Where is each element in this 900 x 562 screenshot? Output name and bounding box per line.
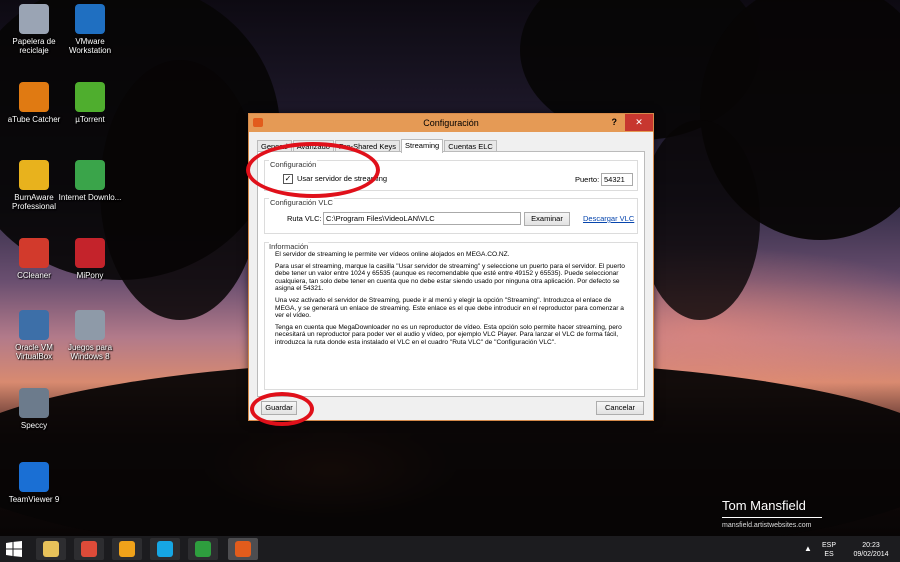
desktop-icon-label: MiPony [76,271,104,280]
lang-top: ESP [822,542,837,549]
vlc-group-label: Configuración VLC [269,198,334,207]
desktop-icon[interactable]: Juegos para Windows 8 [58,310,122,361]
info-paragraph: Para usar el streaming, marque la casill… [275,262,625,293]
vlc-path-input[interactable]: C:\Program Files\VideoLAN\VLC [323,212,521,225]
app-icon [75,4,105,34]
taskbar-megadownloader[interactable] [228,538,258,560]
annotation-circle-save [250,392,314,426]
taskbar-chrome[interactable] [74,538,104,560]
taskbar-skype[interactable] [150,538,180,560]
skype-icon [157,541,173,557]
help-button[interactable]: ? [612,117,618,127]
desktop-icon-label: aTube Catcher [7,115,61,124]
desktop-icon[interactable]: TeamViewer 9 [2,462,66,504]
app-icon [75,310,105,340]
desktop-icon[interactable]: Speccy [2,388,66,430]
tab-streaming[interactable]: Streaming [401,139,444,153]
app-icon [19,160,49,190]
chrome-icon [81,541,97,557]
taskbar-file-explorer[interactable] [36,538,66,560]
info-paragraph: Una vez activado el servidor de Streamin… [275,296,624,320]
desktop-icon-label: TeamViewer 9 [8,495,60,504]
info-paragraph: Tenga en cuenta que MegaDownloader no es… [275,323,622,346]
desktop-icon[interactable]: Oracle VM VirtualBox [2,310,66,361]
desktop-icon[interactable]: µTorrent [58,82,122,124]
desktop-icon[interactable]: aTube Catcher [2,82,66,124]
desktop-icon-label: Papelera de reciclaje [12,37,56,55]
desktop-icon[interactable]: VMware Workstation [58,4,122,55]
language-indicator[interactable]: ESP ES [822,541,836,559]
file-explorer-icon [43,541,59,557]
watermark: Tom Mansfield mansfield.artistwebsites.c… [722,498,822,529]
title-bar[interactable]: Configuración ? ✕ [249,114,653,132]
taskbar-aimp[interactable] [112,538,142,560]
app-icon [19,238,49,268]
app-icon [75,82,105,112]
desktop-icon-label: Juegos para Windows 8 [67,343,113,361]
browse-button[interactable]: Examinar [524,212,570,226]
desktop-icon-label: Oracle VM VirtualBox [15,343,53,361]
windows-logo-icon [6,541,22,557]
clock-date: 09/02/2014 [853,551,889,558]
show-hidden-icons[interactable]: ▲ [804,544,812,553]
desktop-icon-label: Speccy [20,421,48,430]
taskbar: ▲ ESP ES 20:23 09/02/2014 [0,536,900,562]
vlc-group: Configuración VLC Ruta VLC: C:\Program F… [264,198,638,234]
clock-time: 20:23 [862,542,880,549]
start-button[interactable] [6,541,22,557]
desktop-icon-label: Internet Downlo... [58,193,122,202]
app-icon [75,238,105,268]
info-group: Información El servidor de streaming le … [264,242,638,390]
dialog-title: Configuración [423,118,479,128]
info-paragraph: El servidor de streaming le permite ver … [275,251,510,258]
app-icon [19,310,49,340]
clock[interactable]: 20:23 09/02/2014 [848,541,894,559]
megadownloader-icon [235,541,251,557]
desktop-icon[interactable]: Papelera de reciclaje [2,4,66,55]
desktop-icon[interactable]: Internet Downlo... [58,160,122,202]
port-label: Puerto: [575,175,600,184]
vlc-path-label: Ruta VLC: [287,214,322,223]
app-icon [19,462,49,492]
close-button[interactable]: ✕ [625,114,653,131]
watermark-name: Tom Mansfield [722,498,822,518]
desktop-icon-label: CCleaner [17,271,51,280]
aimp-icon [119,541,135,557]
lang-bottom: ES [824,551,834,558]
info-group-label: Información [269,242,309,251]
app-icon [19,388,49,418]
watermark-url: mansfield.artistwebsites.com [722,522,812,529]
app-icon [19,4,49,34]
annotation-circle-streaming [246,142,380,198]
desktop-icon-label: µTorrent [75,115,105,124]
desktop-icon-label: VMware Workstation [68,37,112,55]
taskbar-store[interactable] [188,538,218,560]
store-icon [195,541,211,557]
app-icon [75,160,105,190]
info-text: El servidor de streaming le permite ver … [275,251,630,351]
desktop-icon[interactable]: MiPony [58,238,122,280]
port-input[interactable]: 54321 [601,173,633,186]
cancel-button[interactable]: Cancelar [596,401,644,415]
download-vlc-link[interactable]: Descargar VLC [583,214,634,223]
desktop-icon-label: BurnAware Professional [11,193,57,211]
desktop-icon[interactable]: CCleaner [2,238,66,280]
desktop-icon[interactable]: BurnAware Professional [2,160,66,211]
app-icon [19,82,49,112]
